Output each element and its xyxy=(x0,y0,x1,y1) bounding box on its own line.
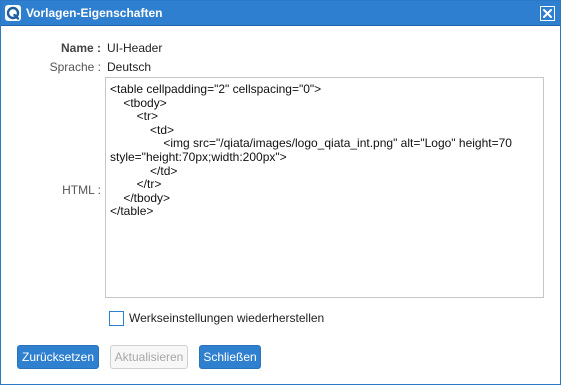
restore-defaults-label[interactable]: Werkseinstellungen wiederherstellen xyxy=(129,311,324,325)
close-icon[interactable] xyxy=(540,6,555,21)
reset-button[interactable]: Zurücksetzen xyxy=(17,345,99,369)
dialog-title: Vorlagen-Eigenschaften xyxy=(26,6,163,20)
name-label: Name : xyxy=(60,41,101,55)
language-value: Deutsch xyxy=(107,60,152,74)
template-properties-dialog: Vorlagen-Eigenschaften Name : UI-Header … xyxy=(0,0,561,385)
html-editor[interactable] xyxy=(105,77,544,298)
qiata-logo-icon xyxy=(5,5,21,21)
name-value: UI-Header xyxy=(107,41,163,55)
close-button[interactable]: Schließen xyxy=(199,345,261,369)
update-button[interactable]: Aktualisieren xyxy=(110,345,188,369)
html-label: HTML : xyxy=(62,183,101,197)
title-bar[interactable]: Vorlagen-Eigenschaften xyxy=(1,1,560,26)
language-label: Sprache : xyxy=(49,60,101,74)
restore-defaults-checkbox[interactable] xyxy=(109,311,124,326)
